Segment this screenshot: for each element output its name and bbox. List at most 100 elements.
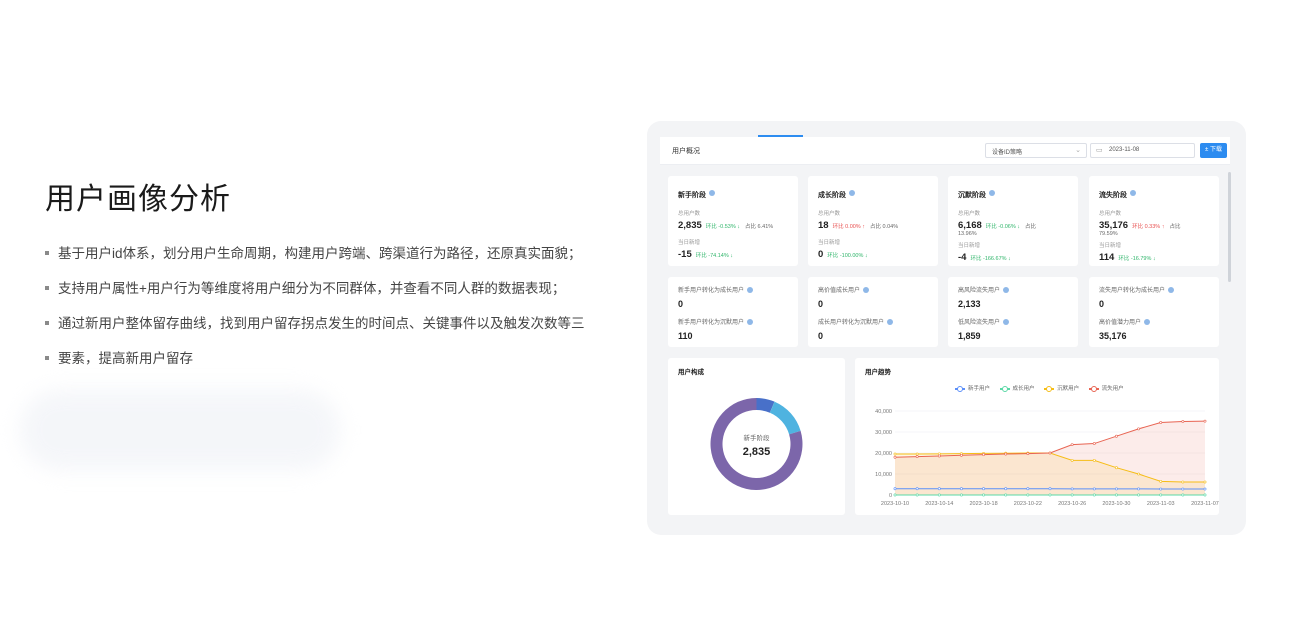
data-point[interactable]	[915, 487, 919, 491]
data-point[interactable]	[982, 487, 985, 491]
data-point[interactable]	[1026, 487, 1030, 491]
decorative-blur	[20, 390, 340, 470]
strategy-select[interactable]: 设备ID策略 ⌄	[985, 143, 1087, 158]
stage-title: 沉默阶段	[958, 192, 986, 199]
conversion-label: 成长用户转化为沉默用户	[818, 320, 885, 326]
x-tick-label: 2023-10-30	[1102, 501, 1130, 507]
x-tick-label: 2023-11-03	[1147, 501, 1175, 507]
data-point[interactable]	[982, 493, 985, 497]
help-icon[interactable]	[1003, 319, 1010, 326]
help-icon[interactable]	[1130, 189, 1136, 196]
data-point[interactable]	[893, 455, 897, 459]
data-point[interactable]	[1070, 443, 1074, 447]
data-point[interactable]	[1004, 452, 1008, 456]
total-label: 总用户数	[678, 211, 701, 217]
help-icon[interactable]	[989, 189, 995, 196]
help-icon[interactable]	[1144, 319, 1151, 326]
stage-card-silent: 沉默阶段 总用户数 6,168 环比 -0.06% ↓ 占比 13.96% 当日新增…	[948, 176, 1078, 266]
share: 占比 0.04%	[869, 224, 899, 230]
conversion-label: 流失用户转化为成长用户	[1099, 288, 1166, 294]
data-point[interactable]	[1048, 451, 1052, 455]
feature-item: 通过新用户整体留存曲线，找到用户留存拐点发生的时间点、关键事件以及触发次数等三	[45, 306, 615, 341]
composition-panel: 用户构成 新手阶段 2,835	[668, 358, 845, 515]
data-point[interactable]	[1048, 487, 1052, 491]
data-point[interactable]	[915, 455, 919, 458]
data-point[interactable]	[893, 487, 897, 491]
data-point[interactable]	[1070, 458, 1074, 462]
help-icon[interactable]	[863, 287, 870, 294]
help-icon[interactable]	[849, 189, 855, 196]
share-wrap: 13.96%	[958, 231, 977, 237]
stage-title: 新手阶段	[678, 192, 706, 199]
y-tick-label: 10,000	[875, 472, 892, 478]
data-point[interactable]	[915, 493, 919, 497]
ratio: 环比 -0.06% ↓	[985, 224, 1021, 230]
help-icon[interactable]	[887, 319, 894, 326]
download-button[interactable]: ± 下载	[1200, 143, 1227, 158]
data-point[interactable]	[915, 452, 919, 456]
new-value: -15	[678, 249, 692, 260]
new-value: 0	[818, 249, 824, 260]
date-picker[interactable]: ▭ 2023-11-08	[1090, 143, 1195, 158]
y-tick-label: 30,000	[875, 430, 892, 436]
new-value: -4	[958, 252, 967, 263]
scrollbar[interactable]	[1228, 172, 1231, 282]
data-point[interactable]	[1048, 493, 1052, 497]
help-icon[interactable]	[747, 287, 754, 294]
data-point[interactable]	[1203, 419, 1207, 423]
help-icon[interactable]	[1003, 287, 1010, 294]
data-point[interactable]	[1203, 487, 1207, 491]
data-point[interactable]	[1137, 472, 1140, 476]
data-point[interactable]	[960, 487, 963, 491]
new-ratio: 环比 -100.00% ↓	[827, 253, 868, 259]
help-icon[interactable]	[1168, 287, 1175, 294]
data-point[interactable]	[1159, 487, 1163, 491]
data-point[interactable]	[1137, 427, 1140, 431]
data-point[interactable]	[1181, 493, 1185, 497]
ratio: 环比 0.00% ↑	[832, 224, 865, 230]
data-point[interactable]	[1137, 493, 1140, 497]
data-point[interactable]	[1159, 421, 1163, 424]
donut-slice[interactable]	[769, 401, 801, 435]
data-point[interactable]	[1004, 493, 1008, 497]
total-label: 总用户数	[1099, 211, 1122, 217]
data-point[interactable]	[1115, 487, 1118, 491]
share: 占比	[1025, 224, 1037, 230]
data-point[interactable]	[937, 493, 941, 497]
data-point[interactable]	[1070, 487, 1074, 491]
data-point[interactable]	[893, 493, 897, 497]
data-point[interactable]	[1115, 434, 1118, 438]
data-point[interactable]	[893, 452, 897, 456]
data-point[interactable]	[1092, 458, 1096, 462]
data-point[interactable]	[1159, 479, 1163, 483]
data-point[interactable]	[1004, 487, 1008, 491]
dashboard-title: 用户概况	[672, 148, 700, 155]
data-point[interactable]	[1137, 487, 1140, 491]
data-point[interactable]	[1203, 480, 1207, 484]
data-point[interactable]	[1026, 493, 1030, 497]
data-point[interactable]	[1092, 493, 1096, 497]
data-point[interactable]	[1115, 493, 1118, 497]
help-icon[interactable]	[747, 319, 754, 326]
data-point[interactable]	[1092, 487, 1096, 491]
data-point[interactable]	[1159, 493, 1163, 497]
data-point[interactable]	[1181, 480, 1185, 484]
data-point[interactable]	[960, 453, 963, 457]
data-point[interactable]	[937, 487, 941, 491]
data-point[interactable]	[937, 454, 941, 458]
data-point[interactable]	[960, 493, 963, 497]
trend-panel: 用户趋势 新手用户 成长用户 沉默用户 流失用户 0 10,000 20,000 30…	[855, 358, 1219, 515]
new-ratio: 环比 -166.67% ↓	[970, 256, 1011, 262]
data-point[interactable]	[1181, 487, 1185, 491]
data-point[interactable]	[1092, 442, 1096, 445]
help-icon[interactable]	[709, 189, 715, 196]
conversion-value: 35,176	[1099, 331, 1127, 341]
data-point[interactable]	[1203, 493, 1207, 497]
data-point[interactable]	[1026, 452, 1030, 456]
feature-item-continued: 要素，提高新用户留存	[45, 341, 615, 376]
data-point[interactable]	[1070, 493, 1074, 497]
data-point[interactable]	[1181, 420, 1185, 423]
data-point[interactable]	[982, 453, 985, 457]
donut-center-value: 2,835	[743, 446, 771, 458]
data-point[interactable]	[1115, 466, 1118, 470]
